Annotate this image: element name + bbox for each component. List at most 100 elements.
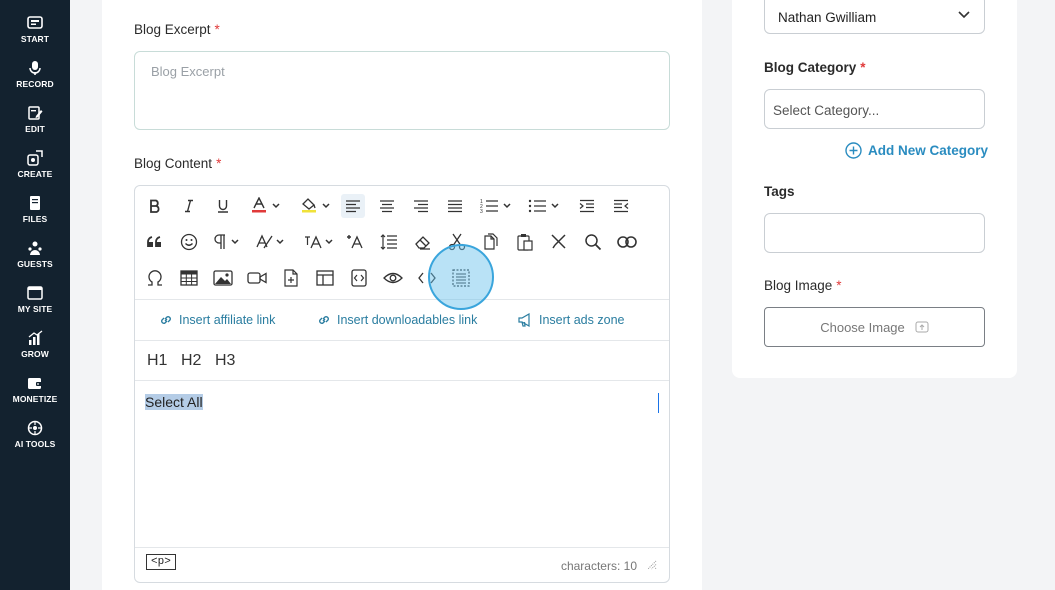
ordered-list-button[interactable]: 123 [479,194,515,218]
sidebar-item-grow[interactable]: GROW [0,320,70,365]
bold-button[interactable] [143,194,167,218]
paragraph-format-button[interactable] [211,230,245,254]
align-center-button[interactable] [375,194,399,218]
required-mark: * [216,156,222,171]
strikethrough-tool-button[interactable] [547,230,571,254]
resize-handle-icon[interactable] [647,560,657,570]
sidebar-item-create[interactable]: CREATE [0,140,70,185]
sidebar-item-label: MONETIZE [12,394,58,404]
paste-icon [517,234,533,251]
sidebar-item-edit[interactable]: EDIT [0,95,70,140]
copy-button[interactable] [479,230,503,254]
insert-affiliate-link[interactable]: Insert affiliate link [159,312,275,328]
heading-h3-button[interactable]: H3 [215,352,235,370]
sidebar-item-label: EDIT [25,124,45,134]
sidebar-item-guests[interactable]: GUESTS [0,230,70,275]
excerpt-textarea[interactable]: Blog Excerpt [134,51,670,130]
sidebar-item-start[interactable]: START [0,5,70,50]
font-family-icon [305,235,333,249]
outdent-button[interactable] [609,194,633,218]
excerpt-label: Blog Excerpt * [134,22,220,37]
author-value: Nathan Gwilliam [778,10,877,25]
insert-downloadables-link[interactable]: Insert downloadables link [317,312,477,328]
special-chars-button[interactable] [143,266,167,290]
preview-button[interactable] [381,266,405,290]
insert-ads-zone[interactable]: Insert ads zone [517,312,624,328]
heading-h1-button[interactable]: H1 [147,352,167,370]
highlight-color-button[interactable] [295,194,335,218]
statusbar-divider [135,547,669,548]
bold-icon [150,199,160,213]
sidebar-item-label: GUESTS [17,259,53,269]
chevron-down-icon [958,11,970,19]
rich-text-editor: 123 Insert affiliate link Insert downloa… [134,185,670,583]
microphone-icon [29,61,41,75]
image-icon [213,270,233,286]
table-button[interactable] [177,266,201,290]
line-height-icon [380,234,397,250]
quicklinks-divider [135,340,669,341]
file-button[interactable] [279,266,303,290]
font-size-button[interactable] [255,230,289,254]
file-icon [284,269,298,287]
heading-h2-button[interactable]: H2 [181,352,201,370]
layout-button[interactable] [313,266,337,290]
editor-content[interactable]: Select All [145,394,203,410]
eye-icon [383,272,403,284]
copy-icon [484,233,498,250]
font-color-button[interactable] [245,194,285,218]
sidebar-item-files[interactable]: FILES [0,185,70,230]
selected-text: Select All [145,394,203,410]
tags-input[interactable] [764,213,985,253]
emoji-icon [180,233,198,251]
image-button[interactable] [211,266,235,290]
code-block-icon [351,269,367,287]
underline-button[interactable] [211,194,235,218]
megaphone-icon [518,313,530,327]
align-justify-button[interactable] [443,194,467,218]
tags-label: Tags [764,184,795,199]
font-color-icon [252,197,280,213]
layout-icon [316,270,334,286]
choose-image-button[interactable]: Choose Image [764,307,985,347]
add-new-category-button[interactable]: Add New Category [845,142,988,159]
insert-ads-zone-label: Insert ads zone [539,313,625,327]
site-icon [27,286,43,300]
paragraph-icon [214,234,239,249]
underline-icon [218,200,228,213]
video-button[interactable] [245,266,269,290]
emoji-button[interactable] [177,230,201,254]
ai-icon [27,420,43,436]
find-button[interactable] [581,230,605,254]
clear-format-button[interactable] [411,230,435,254]
sidebar-item-label: FILES [22,214,48,224]
sidebar-item-label: MY SITE [17,304,53,314]
text-transform-button[interactable] [343,230,367,254]
italic-button[interactable] [177,194,201,218]
sidebar-item-my-site[interactable]: MY SITE [0,275,70,320]
font-family-button[interactable] [303,230,337,254]
sidebar-item-label: CREATE [17,169,53,179]
quote-button[interactable] [143,230,167,254]
required-mark: * [860,60,866,75]
italic-icon [185,199,193,213]
strikethrough-icon [551,234,566,249]
unordered-list-button[interactable] [527,194,563,218]
align-left-button[interactable] [341,194,365,218]
code-block-button[interactable] [347,266,371,290]
character-count: characters: 10 [560,559,637,573]
outdent-icon [614,199,629,213]
align-right-button[interactable] [409,194,433,218]
element-path-tag[interactable]: <p> [146,554,176,570]
sidebar-item-record[interactable]: RECORD [0,50,70,95]
line-height-button[interactable] [377,230,401,254]
link-button[interactable] [615,230,639,254]
category-select[interactable]: Select Category... [764,89,985,129]
paste-button[interactable] [513,230,537,254]
sidebar-item-monetize[interactable]: MONETIZE [0,365,70,410]
chart-icon [28,330,43,345]
sidebar-item-ai-tools[interactable]: AI TOOLS [0,410,70,455]
indent-button[interactable] [575,194,599,218]
author-select[interactable]: Nathan Gwilliam [764,0,985,34]
insert-affiliate-link-label: Insert affiliate link [179,313,276,327]
